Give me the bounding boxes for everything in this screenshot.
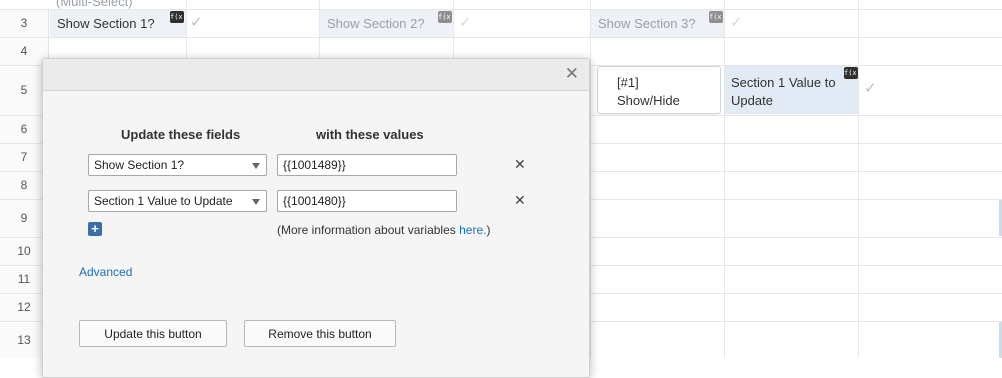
- add-row-button[interactable]: +: [88, 222, 102, 236]
- fields-column-heading: Update these fields: [121, 127, 241, 142]
- chevron-down-icon: [252, 163, 260, 169]
- info-here-link[interactable]: here.: [459, 223, 486, 237]
- fx-icon[interactable]: f(x): [709, 11, 726, 23]
- show-section-3-label[interactable]: Show Section 3?: [591, 10, 724, 37]
- button-settings-dialog: ✕ Update these fields with these values …: [42, 58, 590, 378]
- field-select-2[interactable]: Section 1 Value to Update: [88, 190, 267, 212]
- value-label-line2: Update: [731, 93, 773, 108]
- remove-row-icon[interactable]: ✕: [514, 192, 526, 209]
- variables-info: (More information about variables here.): [277, 223, 490, 237]
- fx-icon[interactable]: f(x): [170, 11, 187, 23]
- info-text-end: ): [486, 223, 491, 237]
- multi-select-fragment: (Multi-Select): [56, 0, 133, 9]
- check-icon[interactable]: ✓: [730, 15, 743, 30]
- fx-icon[interactable]: f(x): [844, 67, 861, 79]
- check-icon[interactable]: ✓: [190, 15, 203, 30]
- value-label-line1: Section 1 Value to: [731, 75, 836, 90]
- fx-icon[interactable]: f(x): [438, 11, 455, 23]
- field-select-value: Section 1 Value to Update: [94, 194, 233, 208]
- value-input-2[interactable]: {{1001480}}: [277, 190, 457, 212]
- field-select-1[interactable]: Show Section 1?: [88, 154, 267, 176]
- values-column-heading: with these values: [316, 127, 424, 142]
- remove-row-icon[interactable]: ✕: [514, 156, 526, 173]
- show-section-2-label[interactable]: Show Section 2?: [320, 10, 453, 37]
- button-caption: Show/Hide: [617, 93, 680, 108]
- section-1-value-cell[interactable]: Section 1 Value to Update: [725, 66, 858, 114]
- show-hide-button-cell[interactable]: [#1] Show/Hide: [597, 66, 721, 114]
- row-number: 3: [0, 9, 49, 37]
- button-number: [#1]: [617, 75, 639, 90]
- remove-button[interactable]: Remove this button: [244, 320, 396, 347]
- update-button[interactable]: Update this button: [79, 320, 227, 347]
- field-select-value: Show Section 1?: [94, 158, 185, 172]
- info-text: (More information about variables: [277, 223, 460, 237]
- check-icon[interactable]: ✓: [459, 15, 472, 30]
- chevron-down-icon: [252, 199, 260, 205]
- close-icon[interactable]: ✕: [565, 65, 579, 83]
- check-icon[interactable]: ✓: [864, 81, 877, 96]
- dialog-header: ✕: [43, 59, 589, 91]
- show-section-1-label[interactable]: Show Section 1?: [50, 10, 186, 37]
- advanced-link[interactable]: Advanced: [79, 265, 132, 279]
- value-input-1[interactable]: {{1001489}}: [277, 154, 457, 176]
